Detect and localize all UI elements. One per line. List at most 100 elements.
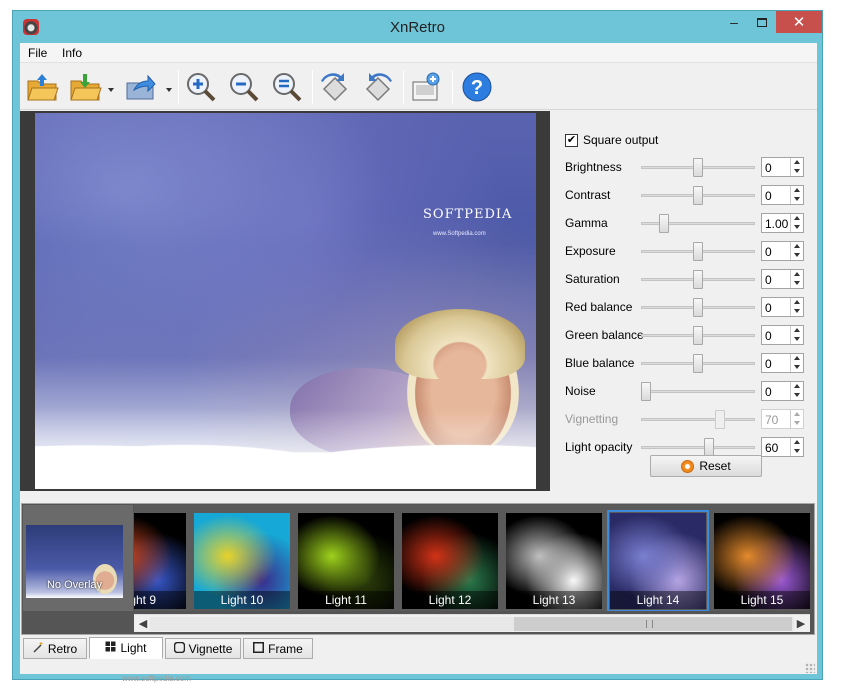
reset-icon — [681, 459, 695, 473]
preview-image[interactable]: SOFTPEDIA www.Softpedia.com — [35, 113, 536, 489]
contrast-spinbox[interactable]: 0 — [761, 185, 804, 205]
spin-up-icon[interactable] — [791, 298, 803, 307]
zoom-in-button[interactable] — [184, 70, 220, 104]
save-dropdown-arrow[interactable] — [108, 88, 114, 92]
tab-retro[interactable]: Retro — [23, 638, 87, 659]
spin-down-icon[interactable] — [791, 251, 803, 260]
overlay-thumbnail[interactable]: Light 12 — [402, 513, 498, 609]
blue-balance-spinbox[interactable]: 0 — [761, 353, 804, 373]
spin-up-icon[interactable] — [791, 270, 803, 279]
tab-light[interactable]: Light — [89, 637, 163, 659]
spin-up-icon[interactable] — [791, 354, 803, 363]
scroll-left-icon[interactable]: ◀ — [136, 617, 150, 631]
exposure-value[interactable]: 0 — [765, 245, 772, 259]
square-output-option[interactable]: ✔ Square output — [565, 133, 658, 147]
green-balance-slider-handle[interactable] — [693, 326, 703, 345]
light-opacity-spinbox[interactable]: 60 — [761, 437, 804, 457]
blue-balance-slider[interactable] — [641, 354, 755, 373]
menu-info[interactable]: Info — [62, 46, 82, 60]
rotate-left-button[interactable] — [318, 70, 354, 104]
menu-file[interactable]: File — [28, 46, 47, 60]
no-overlay-option[interactable]: No Overlay — [23, 505, 133, 611]
square-output-checkbox[interactable]: ✔ — [565, 133, 578, 147]
overlay-thumbnail[interactable]: Light 9 — [134, 513, 186, 609]
red-balance-slider-handle[interactable] — [693, 298, 703, 317]
blue-balance-slider-handle[interactable] — [693, 354, 703, 373]
brightness-slider-handle[interactable] — [693, 158, 703, 177]
zoom-out-button[interactable] — [227, 70, 263, 104]
reset-button[interactable]: Reset — [650, 455, 762, 477]
contrast-slider-handle[interactable] — [693, 186, 703, 205]
overlay-thumbnail[interactable]: Light 14 — [607, 510, 709, 611]
exposure-slider-handle[interactable] — [693, 242, 703, 261]
tab-frame[interactable]: Frame — [243, 638, 313, 659]
saturation-slider[interactable] — [641, 270, 755, 289]
export-dropdown-arrow[interactable] — [166, 88, 172, 92]
blue-balance-value[interactable]: 0 — [765, 357, 772, 371]
green-balance-spinbox[interactable]: 0 — [761, 325, 804, 345]
light-opacity-slider[interactable] — [641, 438, 755, 457]
open-button[interactable] — [25, 70, 61, 104]
spin-down-icon[interactable] — [791, 195, 803, 204]
spin-down-icon[interactable] — [791, 307, 803, 316]
gamma-slider-handle[interactable] — [659, 214, 670, 233]
contrast-slider[interactable] — [641, 186, 755, 205]
title-bar[interactable]: XnRetro – ✕ — [13, 11, 822, 43]
noise-slider[interactable] — [641, 382, 755, 401]
spin-up-icon[interactable] — [791, 158, 803, 167]
spin-down-icon[interactable] — [791, 223, 803, 232]
scroll-thumb[interactable] — [514, 617, 792, 631]
spin-down-icon[interactable] — [791, 279, 803, 288]
gamma-value[interactable]: 1.00 — [765, 217, 788, 231]
overlay-thumbnail[interactable]: Light 10 — [194, 513, 290, 609]
help-button[interactable]: ? — [460, 70, 496, 104]
saturation-spinbox[interactable]: 0 — [761, 269, 804, 289]
spin-up-icon[interactable] — [791, 186, 803, 195]
green-balance-slider[interactable] — [641, 326, 755, 345]
brightness-spinbox[interactable]: 0 — [761, 157, 804, 177]
set-wallpaper-button[interactable] — [409, 70, 445, 104]
exposure-slider[interactable] — [641, 242, 755, 261]
noise-spinbox[interactable]: 0 — [761, 381, 804, 401]
tab-vignette[interactable]: Vignette — [165, 638, 241, 659]
red-balance-slider[interactable] — [641, 298, 755, 317]
overlay-thumbnail[interactable]: Light 15 — [714, 513, 810, 609]
spin-up-icon[interactable] — [791, 438, 803, 447]
red-balance-value[interactable]: 0 — [765, 301, 772, 315]
noise-value[interactable]: 0 — [765, 385, 772, 399]
overlay-scrollbar[interactable]: ◀ ▶ — [134, 614, 810, 632]
close-button[interactable]: ✕ — [776, 11, 822, 33]
exposure-spinbox[interactable]: 0 — [761, 241, 804, 261]
minimize-button[interactable]: – — [720, 11, 748, 33]
rotate-right-button[interactable] — [361, 70, 397, 104]
spin-down-icon[interactable] — [791, 335, 803, 344]
spin-down-icon[interactable] — [791, 363, 803, 372]
exposure-row: Exposure 0 — [565, 241, 807, 261]
scroll-right-icon[interactable]: ▶ — [794, 617, 808, 631]
noise-slider-handle[interactable] — [641, 382, 652, 401]
light-opacity-value[interactable]: 60 — [765, 441, 778, 455]
maximize-button[interactable] — [748, 11, 776, 33]
gamma-spinbox[interactable]: 1.00 — [761, 213, 804, 233]
spin-down-icon[interactable] — [791, 167, 803, 176]
spin-down-icon[interactable] — [791, 447, 803, 456]
spin-down-icon[interactable] — [791, 391, 803, 400]
saturation-slider-handle[interactable] — [693, 270, 703, 289]
zoom-fit-button[interactable] — [270, 70, 306, 104]
spin-up-icon[interactable] — [791, 382, 803, 391]
overlay-thumbnail[interactable]: Light 13 — [506, 513, 602, 609]
export-button[interactable] — [124, 70, 160, 104]
green-balance-value[interactable]: 0 — [765, 329, 772, 343]
gamma-slider[interactable] — [641, 214, 755, 233]
overlay-thumbnail[interactable]: Light 11 — [298, 513, 394, 609]
brightness-value[interactable]: 0 — [765, 161, 772, 175]
resize-grip-icon[interactable] — [805, 663, 815, 673]
brightness-slider[interactable] — [641, 158, 755, 177]
spin-up-icon[interactable] — [791, 242, 803, 251]
red-balance-spinbox[interactable]: 0 — [761, 297, 804, 317]
saturation-value[interactable]: 0 — [765, 273, 772, 287]
save-button[interactable] — [68, 70, 104, 104]
spin-up-icon[interactable] — [791, 214, 803, 223]
contrast-value[interactable]: 0 — [765, 189, 772, 203]
spin-up-icon[interactable] — [791, 326, 803, 335]
